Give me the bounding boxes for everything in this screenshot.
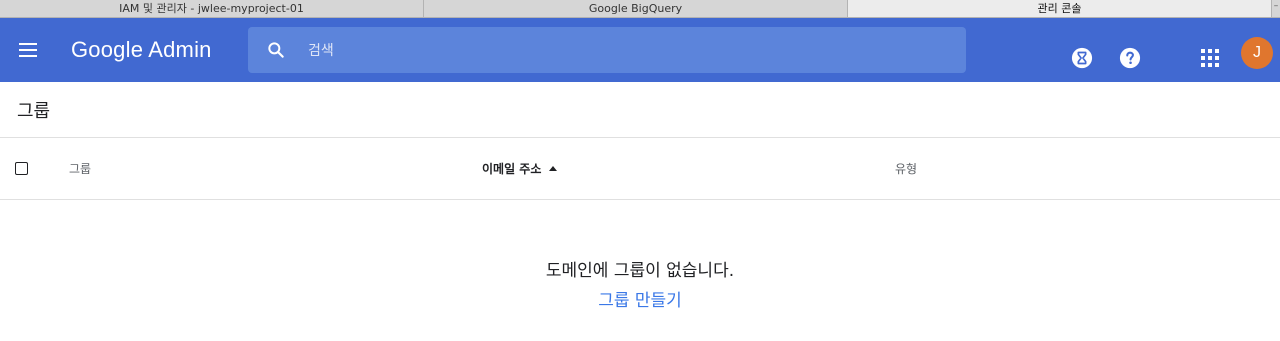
search-input[interactable] bbox=[306, 27, 950, 75]
create-group-link[interactable]: 그룹 만들기 bbox=[598, 288, 682, 314]
page-title: 그룹 bbox=[17, 101, 51, 122]
browser-tab-strip: IAM 및 관리자 - jwlee-myproject-01 Google Bi… bbox=[0, 0, 1280, 18]
search-box[interactable] bbox=[248, 27, 966, 75]
column-header-type[interactable]: 유형 bbox=[895, 160, 917, 177]
browser-tab-admin-console[interactable]: 관리 콘솔 bbox=[848, 0, 1272, 17]
sort-ascending-icon[interactable] bbox=[549, 166, 558, 171]
avatar[interactable]: J bbox=[1241, 37, 1273, 69]
browser-tab-iam[interactable]: IAM 및 관리자 - jwlee-myproject-01 bbox=[0, 0, 424, 17]
table-header: 그룹 이메일 주소 유형 bbox=[0, 138, 1280, 200]
app-logo[interactable]: Google Admin bbox=[71, 37, 212, 63]
column-header-email[interactable]: 이메일 주소 bbox=[482, 160, 558, 177]
hourglass-icon[interactable] bbox=[1071, 47, 1093, 69]
empty-state: 도메인에 그룹이 없습니다. 그룹 만들기 bbox=[0, 258, 1280, 314]
app-header: Google Admin J bbox=[0, 18, 1280, 82]
menu-icon[interactable] bbox=[16, 38, 40, 62]
tab-overflow-icon[interactable]: – bbox=[1272, 0, 1280, 17]
column-header-email-label: 이메일 주소 bbox=[482, 162, 542, 176]
empty-state-message: 도메인에 그룹이 없습니다. bbox=[545, 261, 735, 281]
apps-grid-icon[interactable] bbox=[1198, 46, 1222, 70]
column-header-group[interactable]: 그룹 bbox=[69, 160, 91, 177]
page-title-bar: 그룹 bbox=[0, 82, 1280, 138]
browser-tab-bigquery[interactable]: Google BigQuery bbox=[424, 0, 848, 17]
select-all-checkbox[interactable] bbox=[15, 162, 28, 175]
help-icon[interactable] bbox=[1119, 47, 1141, 69]
search-icon[interactable] bbox=[266, 40, 286, 60]
